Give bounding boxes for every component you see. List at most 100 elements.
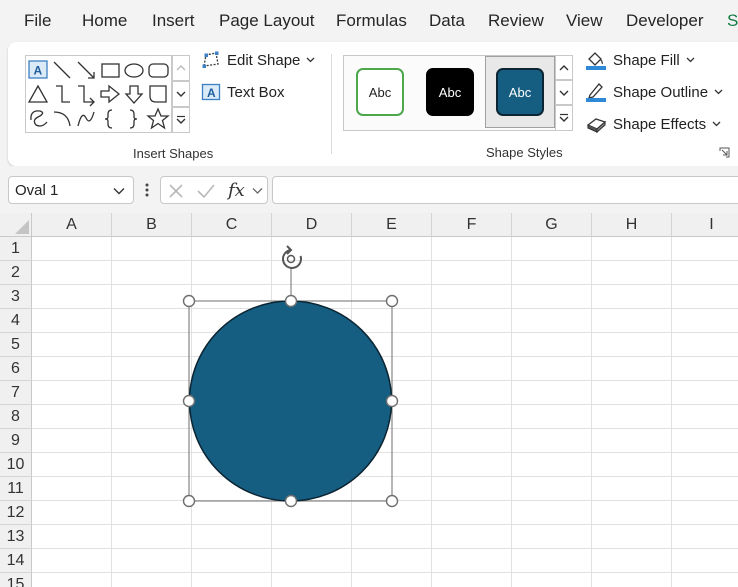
vertical-ellipsis-icon[interactable] bbox=[145, 183, 149, 197]
select-all-triangle-icon bbox=[15, 220, 29, 234]
row-header-6[interactable]: 6 bbox=[0, 357, 32, 381]
resize-handle-top-left[interactable] bbox=[182, 294, 196, 308]
line-shape-icon[interactable] bbox=[53, 61, 71, 79]
right-arrow-shape-icon[interactable] bbox=[100, 84, 121, 104]
resize-handle-bottom[interactable] bbox=[284, 494, 298, 508]
arrow-line-shape-icon[interactable] bbox=[77, 61, 95, 79]
elbow-connector-shape-icon[interactable] bbox=[56, 85, 70, 103]
excel-window: File Home Insert Page Layout Formulas Da… bbox=[0, 0, 738, 587]
style-swatch-black[interactable]: Abc bbox=[426, 68, 474, 116]
select-all-corner[interactable] bbox=[0, 213, 32, 237]
enter-check-icon[interactable] bbox=[197, 183, 215, 199]
row-header-13[interactable]: 13 bbox=[0, 525, 32, 549]
style-swatch-teal[interactable]: Abc bbox=[496, 68, 544, 116]
shape-outline-button[interactable]: Shape Outline bbox=[585, 80, 723, 104]
insert-function-button[interactable]: fx bbox=[228, 180, 245, 201]
tab-shape-format[interactable]: Sh bbox=[727, 11, 738, 31]
edit-shape-button[interactable]: Edit Shape bbox=[201, 48, 315, 72]
ribbon-tab-bar: File Home Insert Page Layout Formulas Da… bbox=[0, 0, 738, 42]
row-header-11[interactable]: 11 bbox=[0, 477, 32, 501]
row-header-4[interactable]: 4 bbox=[0, 309, 32, 333]
shapes-gallery-more[interactable] bbox=[172, 107, 190, 133]
tab-view[interactable]: View bbox=[566, 11, 603, 31]
text-box-shape-icon[interactable]: A bbox=[28, 60, 48, 79]
row-header-10[interactable]: 10 bbox=[0, 453, 32, 477]
column-header-g[interactable]: G bbox=[512, 213, 592, 237]
curve-shape-icon[interactable] bbox=[77, 111, 95, 127]
resize-handle-right[interactable] bbox=[385, 394, 399, 408]
row-header-5[interactable]: 5 bbox=[0, 333, 32, 357]
rounded-rectangle-shape-icon[interactable] bbox=[148, 63, 169, 78]
text-box-icon: A bbox=[201, 83, 221, 101]
tab-file[interactable]: File bbox=[24, 11, 51, 31]
text-box-button[interactable]: A Text Box bbox=[201, 80, 285, 104]
styles-gallery-scroll-up[interactable] bbox=[555, 55, 573, 80]
edit-shape-label: Edit Shape bbox=[227, 51, 301, 69]
shape-styles-group-label: Shape Styles bbox=[486, 145, 563, 160]
more-dropdown-icon bbox=[176, 115, 186, 124]
column-header-c[interactable]: C bbox=[192, 213, 272, 237]
shape-effects-label: Shape Effects bbox=[613, 115, 707, 133]
chevron-down-icon[interactable] bbox=[113, 187, 125, 195]
shape-effects-icon bbox=[586, 118, 607, 134]
oval-shape-icon[interactable] bbox=[124, 63, 144, 78]
left-brace-shape-icon[interactable] bbox=[104, 109, 113, 129]
elbow-arrow-connector-shape-icon[interactable] bbox=[78, 85, 95, 107]
shapes-gallery-scroll-up[interactable] bbox=[172, 55, 190, 81]
row-header-8[interactable]: 8 bbox=[0, 405, 32, 429]
chevron-down-icon[interactable] bbox=[252, 187, 263, 195]
resize-handle-left[interactable] bbox=[182, 394, 196, 408]
freeform-shape-icon[interactable] bbox=[30, 110, 48, 127]
triangle-shape-icon[interactable] bbox=[27, 84, 49, 103]
column-header-a[interactable]: A bbox=[32, 213, 112, 237]
shape-fill-button[interactable]: Shape Fill bbox=[585, 48, 695, 72]
chevron-down-icon bbox=[306, 57, 315, 63]
tab-page-layout[interactable]: Page Layout bbox=[219, 11, 314, 31]
styles-gallery-more[interactable] bbox=[555, 105, 573, 131]
shapes-gallery-scroll-down[interactable] bbox=[172, 81, 190, 107]
tab-home[interactable]: Home bbox=[82, 11, 127, 31]
right-brace-shape-icon[interactable] bbox=[129, 109, 138, 129]
column-header-e[interactable]: E bbox=[352, 213, 432, 237]
rectangle-shape-icon[interactable] bbox=[101, 63, 120, 78]
row-header-3[interactable]: 3 bbox=[0, 285, 32, 309]
group-divider bbox=[331, 54, 332, 154]
name-box-value: Oval 1 bbox=[15, 182, 59, 199]
down-arrow-shape-icon[interactable] bbox=[124, 85, 144, 104]
star-shape-icon[interactable] bbox=[146, 107, 170, 130]
resize-handle-top[interactable] bbox=[284, 294, 298, 308]
flowchart-shape-icon[interactable] bbox=[149, 85, 167, 103]
resize-handle-top-right[interactable] bbox=[385, 294, 399, 308]
column-header-b[interactable]: B bbox=[112, 213, 192, 237]
tab-insert[interactable]: Insert bbox=[152, 11, 195, 31]
row-header-7[interactable]: 7 bbox=[0, 381, 32, 405]
edit-shape-icon bbox=[202, 51, 219, 68]
row-header-14[interactable]: 14 bbox=[0, 549, 32, 573]
column-header-h[interactable]: H bbox=[592, 213, 672, 237]
tab-data[interactable]: Data bbox=[429, 11, 465, 31]
column-header-d[interactable]: D bbox=[272, 213, 352, 237]
row-header-15[interactable]: 15 bbox=[0, 573, 32, 587]
resize-handle-bottom-left[interactable] bbox=[182, 494, 196, 508]
resize-handle-bottom-right[interactable] bbox=[385, 494, 399, 508]
tab-developer[interactable]: Developer bbox=[626, 11, 704, 31]
oval-shape[interactable] bbox=[188, 300, 393, 502]
style-swatch-white-outline[interactable]: Abc bbox=[356, 68, 404, 116]
column-header-f[interactable]: F bbox=[432, 213, 512, 237]
tab-review[interactable]: Review bbox=[488, 11, 544, 31]
name-box[interactable]: Oval 1 bbox=[8, 176, 134, 204]
tab-formulas[interactable]: Formulas bbox=[336, 11, 407, 31]
chevron-down-icon bbox=[712, 121, 721, 127]
row-header-9[interactable]: 9 bbox=[0, 429, 32, 453]
row-header-1[interactable]: 1 bbox=[0, 237, 32, 261]
styles-gallery-scroll-down[interactable] bbox=[555, 80, 573, 105]
column-header-i[interactable]: I bbox=[672, 213, 738, 237]
insert-shapes-gallery: A bbox=[25, 55, 172, 133]
row-header-2[interactable]: 2 bbox=[0, 261, 32, 285]
cancel-x-icon[interactable] bbox=[168, 183, 184, 199]
formula-input[interactable] bbox=[272, 176, 738, 204]
dialog-launcher-icon[interactable] bbox=[719, 147, 730, 158]
row-header-12[interactable]: 12 bbox=[0, 501, 32, 525]
shape-effects-button[interactable]: Shape Effects bbox=[585, 112, 721, 136]
arc-shape-icon[interactable] bbox=[53, 111, 71, 127]
